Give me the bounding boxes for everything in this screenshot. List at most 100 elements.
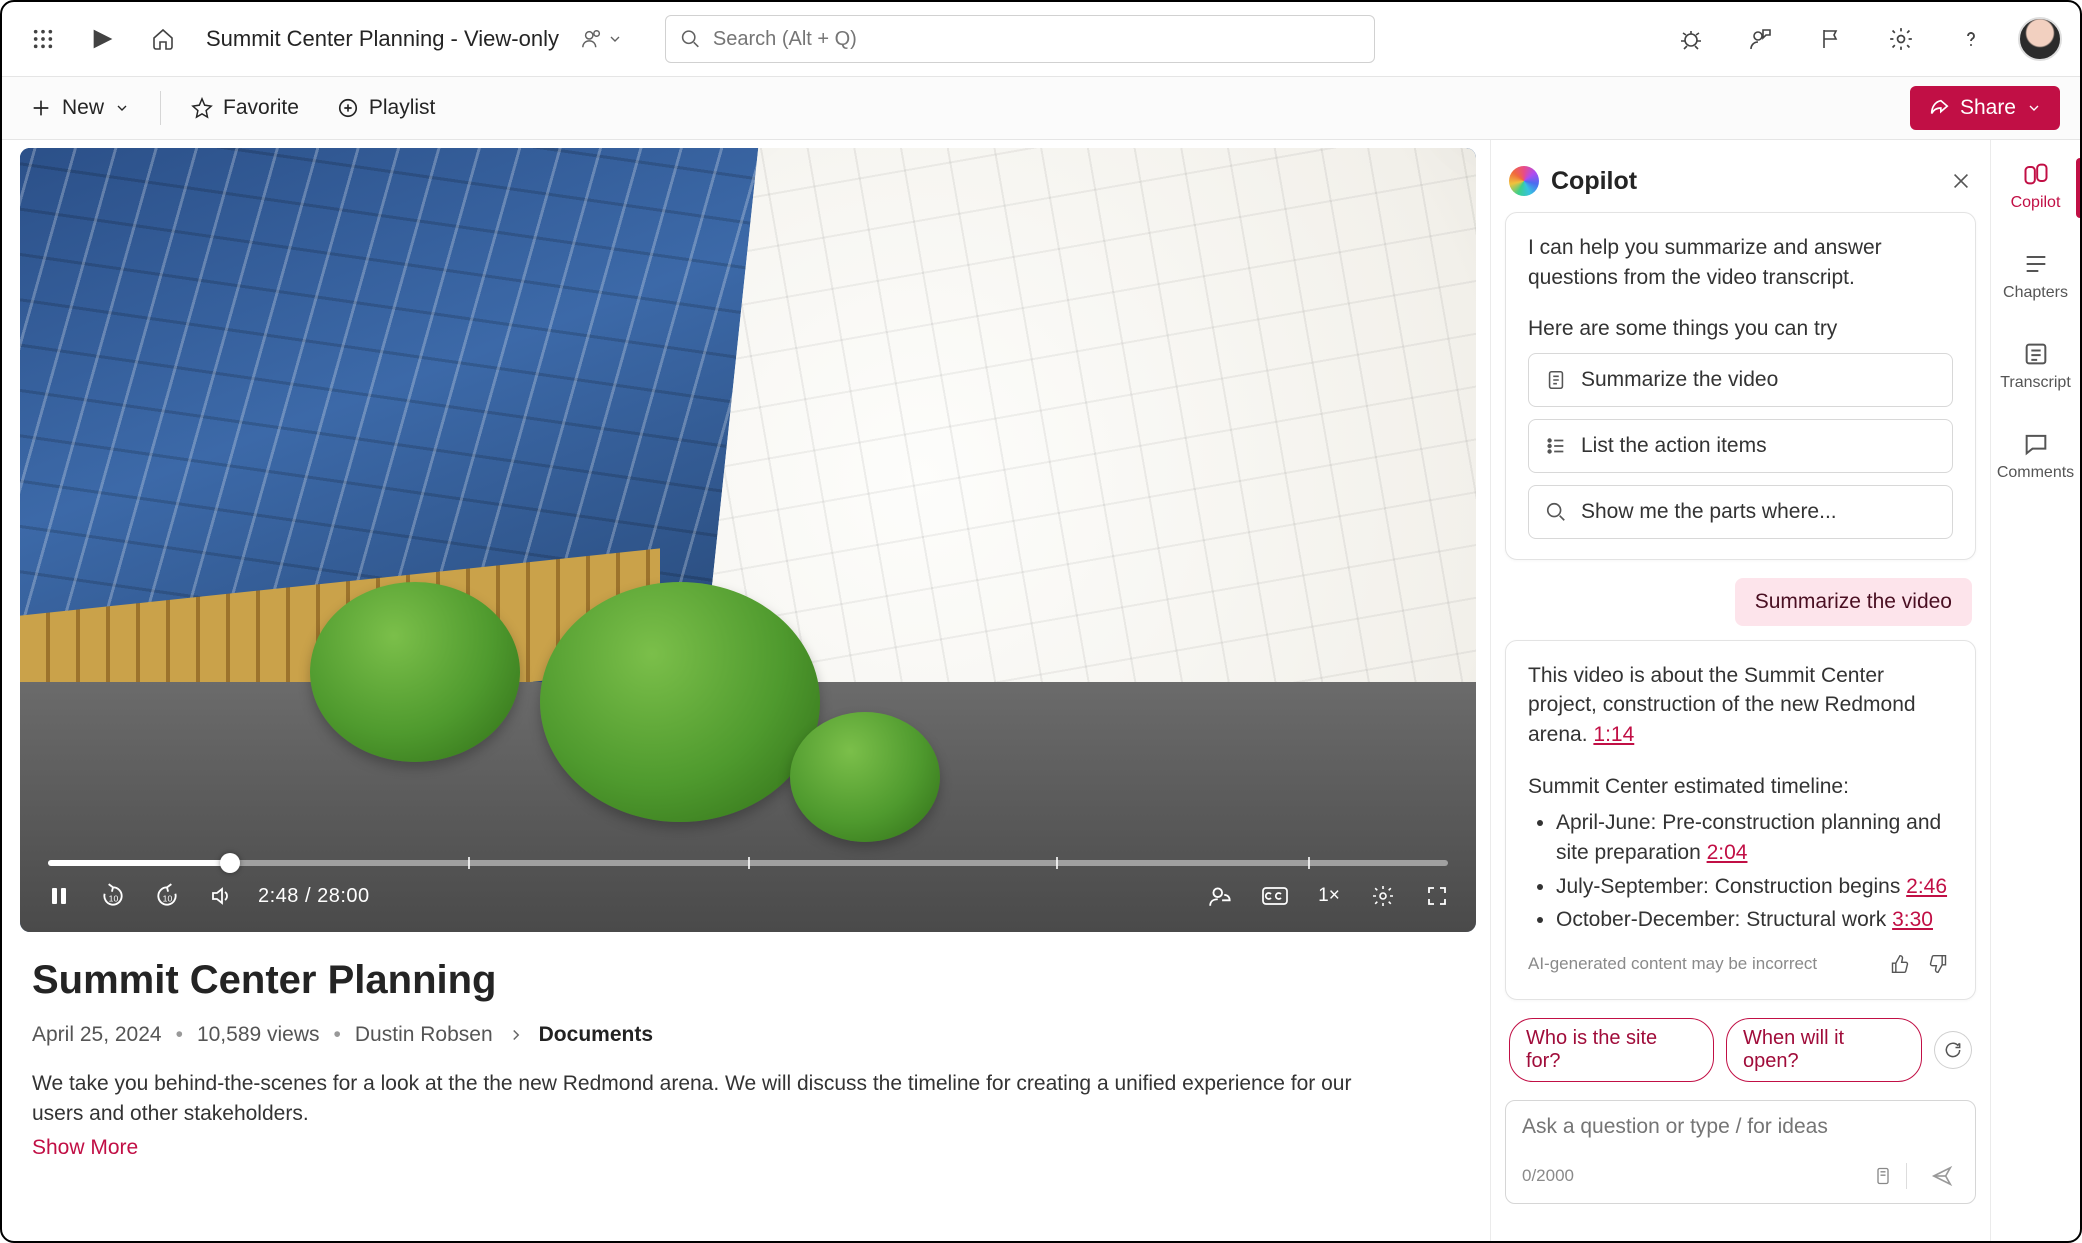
- search-icon: [680, 28, 701, 50]
- chevron-down-icon: [2026, 100, 2042, 116]
- copilot-logo-icon: [1509, 166, 1539, 196]
- breadcrumb-location[interactable]: Documents: [539, 1023, 653, 1047]
- suggestion-label: List the action items: [1581, 434, 1767, 458]
- share-button[interactable]: Share: [1910, 86, 2060, 130]
- timestamp-link[interactable]: 3:30: [1892, 908, 1933, 931]
- playlist-add-icon: [337, 97, 359, 119]
- reply-list-item: July-September: Construction begins 2:46: [1556, 872, 1953, 902]
- chevron-right-icon: [507, 1026, 525, 1044]
- video-title: Summit Center Planning: [20, 958, 1476, 1003]
- rail-label: Transcript: [2000, 374, 2071, 392]
- bug-icon[interactable]: [1668, 16, 1714, 62]
- copilot-icon: [2022, 160, 2050, 188]
- timestamp-link[interactable]: 1:14: [1593, 723, 1634, 746]
- forward-10-button[interactable]: 10: [150, 879, 184, 913]
- transcript-icon: [2022, 340, 2050, 368]
- copilot-close-button[interactable]: [1950, 170, 1972, 192]
- stream-app-icon[interactable]: [80, 16, 126, 62]
- thumbs-down-button[interactable]: [1923, 949, 1953, 979]
- copilot-reply-card: This video is about the Summit Center pr…: [1505, 640, 1976, 1001]
- video-controls: 10 10 2:48 / 28:00 1×: [42, 874, 1454, 918]
- video-meta-row: April 25, 2024 • 10,589 views • Dustin R…: [20, 1023, 1476, 1047]
- thumbs-up-button[interactable]: [1885, 949, 1915, 979]
- plus-icon: [30, 97, 52, 119]
- new-label: New: [62, 96, 104, 120]
- favorite-button[interactable]: Favorite: [183, 90, 307, 126]
- separator-dot: •: [176, 1023, 183, 1047]
- help-icon[interactable]: [1948, 16, 1994, 62]
- search-input[interactable]: [713, 28, 1360, 51]
- chevron-down-icon: [114, 100, 130, 116]
- timestamp-link[interactable]: 2:04: [1707, 841, 1748, 864]
- rail-label: Copilot: [2011, 194, 2061, 212]
- command-bar: New Favorite Playlist Share: [2, 76, 2080, 140]
- playback-speed[interactable]: 1×: [1312, 879, 1346, 913]
- permission-indicator[interactable]: [581, 28, 623, 50]
- timestamp-link[interactable]: 2:46: [1906, 875, 1947, 898]
- transcript-toggle-icon[interactable]: [1204, 879, 1238, 913]
- video-player[interactable]: 10 10 2:48 / 28:00 1×: [20, 148, 1476, 932]
- reply-paragraph: This video is about the Summit Center pr…: [1528, 661, 1953, 750]
- share-label: Share: [1960, 96, 2016, 120]
- volume-button[interactable]: [204, 879, 238, 913]
- doc-icon: [1545, 369, 1567, 391]
- new-button[interactable]: New: [22, 90, 138, 126]
- document-title[interactable]: Summit Center Planning - View-only: [206, 26, 559, 52]
- settings-icon[interactable]: [1878, 16, 1924, 62]
- reply-list: April-June: Pre-construction planning an…: [1556, 808, 1953, 935]
- search-icon: [1545, 501, 1567, 523]
- refresh-chips-button[interactable]: [1934, 1031, 1972, 1069]
- pause-button[interactable]: [42, 879, 76, 913]
- separator-dot: •: [334, 1023, 341, 1047]
- home-icon[interactable]: [140, 16, 186, 62]
- seek-bar[interactable]: [48, 860, 1448, 866]
- reply-list-item: April-June: Pre-construction planning an…: [1556, 808, 1953, 868]
- video-owner[interactable]: Dustin Robsen: [355, 1023, 493, 1047]
- video-views: 10,589 views: [197, 1023, 320, 1047]
- flag-icon[interactable]: [1808, 16, 1854, 62]
- comments-icon: [2022, 430, 2050, 458]
- rail-item-transcript[interactable]: Transcript: [1991, 334, 2080, 398]
- followup-chips: Who is the site for? When will it open?: [1491, 1010, 1990, 1090]
- divider: [160, 91, 161, 125]
- suggestion-summarize[interactable]: Summarize the video: [1528, 353, 1953, 407]
- followup-chip[interactable]: Who is the site for?: [1509, 1018, 1714, 1082]
- reply-list-item: October-December: Structural work 3:30: [1556, 905, 1953, 935]
- copilot-intro-text: I can help you summarize and answer ques…: [1528, 233, 1953, 293]
- video-date: April 25, 2024: [32, 1023, 162, 1047]
- user-avatar[interactable]: [2018, 17, 2062, 61]
- seek-progress: [48, 860, 230, 866]
- rail-label: Comments: [1997, 464, 2074, 482]
- rewind-10-button[interactable]: 10: [96, 879, 130, 913]
- show-more-link[interactable]: Show More: [20, 1136, 1476, 1160]
- suggestion-action-items[interactable]: List the action items: [1528, 419, 1953, 473]
- copilot-try-label: Here are some things you can try: [1528, 317, 1953, 341]
- rail-item-comments[interactable]: Comments: [1991, 424, 2080, 488]
- copilot-textarea[interactable]: [1522, 1115, 1959, 1145]
- send-button[interactable]: [1925, 1159, 1959, 1193]
- person-feedback-icon[interactable]: [1738, 16, 1784, 62]
- app-launcher-icon[interactable]: [20, 16, 66, 62]
- rail-item-chapters[interactable]: Chapters: [1991, 244, 2080, 308]
- user-message: Summarize the video: [1735, 578, 1972, 626]
- suggestion-show-parts[interactable]: Show me the parts where...: [1528, 485, 1953, 539]
- copilot-title: Copilot: [1551, 167, 1637, 196]
- chapters-icon: [2022, 250, 2050, 278]
- ai-disclaimer: AI-generated content may be incorrect: [1528, 954, 1817, 974]
- seek-thumb[interactable]: [220, 853, 240, 873]
- video-description: We take you behind-the-scenes for a look…: [20, 1069, 1380, 1130]
- prompt-guide-button[interactable]: [1866, 1159, 1900, 1193]
- playlist-button[interactable]: Playlist: [329, 90, 444, 126]
- video-column: 10 10 2:48 / 28:00 1×: [2, 140, 1490, 1241]
- rail-item-copilot[interactable]: Copilot: [1991, 154, 2080, 218]
- star-icon: [191, 97, 213, 119]
- video-settings-button[interactable]: [1366, 879, 1400, 913]
- main-area: 10 10 2:48 / 28:00 1×: [2, 140, 2080, 1241]
- rail-label: Chapters: [2003, 284, 2068, 302]
- captions-button[interactable]: [1258, 879, 1292, 913]
- fullscreen-button[interactable]: [1420, 879, 1454, 913]
- followup-chip[interactable]: When will it open?: [1726, 1018, 1922, 1082]
- search-box[interactable]: [665, 15, 1375, 63]
- share-icon: [1928, 97, 1950, 119]
- copilot-input[interactable]: 0/2000: [1505, 1100, 1976, 1204]
